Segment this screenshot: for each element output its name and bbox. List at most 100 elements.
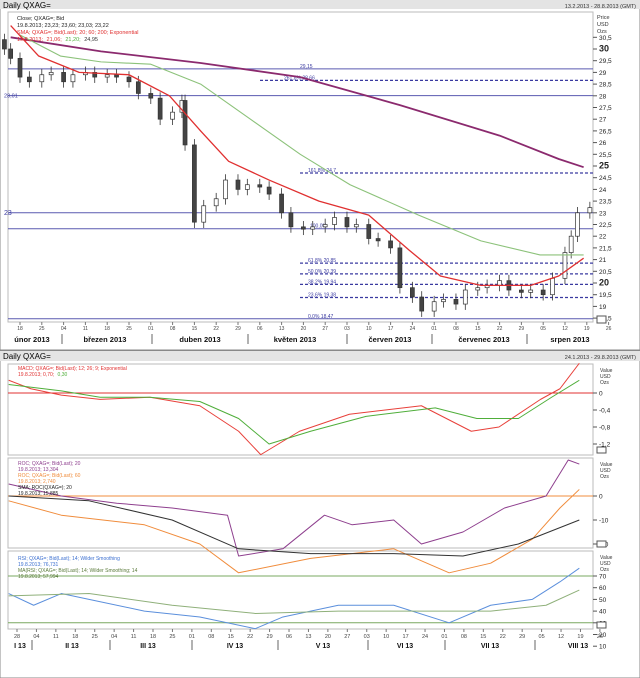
candle-body: [244, 184, 250, 190]
rsi-y-tick-label: 10: [599, 644, 607, 651]
candle-body: [201, 205, 207, 223]
x-tick-label: 18: [17, 326, 23, 332]
x-tick-label: 29: [519, 326, 525, 332]
roc-axis-unit: Ozs: [600, 474, 609, 480]
x-tick-label: 10: [366, 326, 372, 332]
x-tick-label: 01: [441, 634, 447, 640]
x-tick-label: 08: [461, 634, 467, 640]
close-legend-values: 19.8.2013; 23,23; 23,60; 23,03; 23,22: [17, 23, 109, 29]
fib-label: 23,6% 19,38: [308, 293, 336, 299]
x-tick-label: 05: [539, 634, 545, 640]
y-tick-label: 26,5: [599, 128, 612, 135]
candle-body: [462, 289, 468, 305]
sma-legend-v60: 21,20;: [65, 37, 81, 43]
candle-body: [114, 74, 119, 78]
x-tick-label: 08: [453, 326, 459, 332]
x-tick-label: 15: [228, 634, 234, 640]
candle-body: [182, 100, 188, 146]
month-label: VII 13: [481, 643, 499, 650]
x-tick-label: 19: [584, 326, 590, 332]
top-window-title: Daily QXAG=: [3, 1, 51, 10]
x-tick-label: 24: [422, 634, 428, 640]
left-label-23: 23: [4, 210, 12, 217]
x-tick-label: 04: [61, 326, 67, 332]
candle-body: [528, 289, 534, 293]
bottom-window-title: Daily QXAG=: [3, 352, 51, 361]
x-tick-label: 04: [111, 634, 117, 640]
sma-legend-values: 19.8.2013; 21,06; 21,20; 24,95: [17, 37, 98, 43]
x-tick-label: 03: [344, 326, 350, 332]
x-tick-label: 27: [322, 326, 328, 332]
y-tick-label: 29,5: [599, 58, 612, 65]
candle-body: [568, 235, 574, 253]
candle-body: [126, 76, 132, 83]
candle-body: [48, 72, 54, 76]
bottom-date-range: 24.1.2013 - 29.8.2013 (GMT): [565, 355, 636, 361]
x-tick-label: 06: [286, 634, 292, 640]
candle-body: [104, 74, 110, 78]
macd-legend-signal: 0,30: [58, 372, 68, 378]
candle-body: [550, 277, 555, 296]
x-tick-label: 17: [403, 634, 409, 640]
chart-canvas: Daily QXAG= 13.2.2013 - 28.8.2013 (GMT) …: [0, 0, 640, 678]
roc-sma-legend-value: 19.8.2013; 15,885: [18, 491, 59, 497]
candle-body: [587, 207, 593, 214]
x-tick-label: 18: [72, 634, 78, 640]
macd-y-tick-label: -0,8: [599, 425, 611, 432]
y-tick-label: 30: [599, 44, 609, 54]
month-label: III 13: [140, 643, 156, 650]
candle-body: [279, 193, 284, 214]
price-axis-currency: USD: [597, 22, 609, 28]
candle-body: [540, 289, 546, 296]
candle-body: [453, 299, 459, 305]
y-tick-label: 28: [599, 93, 607, 100]
month-label: únor 2013: [14, 335, 49, 344]
rsi-zoom-button[interactable]: [596, 621, 607, 629]
month-label: duben 2013: [179, 335, 220, 344]
roc-y-tick-label: 0: [599, 494, 603, 501]
x-tick-label: 25: [169, 634, 175, 640]
fib-label: 0,0% 18,47: [308, 314, 334, 320]
candle-body: [519, 289, 524, 293]
roc-zoom-button[interactable]: [596, 540, 607, 548]
x-tick-label: 22: [213, 326, 219, 332]
fib-label: 38,2% 19,94: [308, 279, 336, 285]
x-tick-label: 11: [83, 326, 88, 332]
macd-legend-values: 19.8.2013; 0,70; 0,30: [18, 372, 67, 378]
y-tick-label: 20: [599, 278, 609, 288]
x-tick-label: 18: [150, 634, 156, 640]
candle-body: [61, 72, 66, 83]
sma-legend-v200: 24,95: [84, 37, 98, 43]
y-tick-label: 25: [599, 161, 609, 171]
candle-body: [17, 58, 23, 78]
x-tick-label: 25: [126, 326, 132, 332]
top-zoom-button[interactable]: [596, 315, 607, 324]
candle-body: [170, 111, 175, 120]
y-tick-label: 19: [599, 304, 607, 311]
candle-body: [70, 74, 76, 83]
y-tick-label: 22,5: [599, 222, 612, 229]
macd-zoom-button[interactable]: [596, 446, 607, 454]
y-tick-label: 20,5: [599, 269, 612, 276]
candle-body: [310, 226, 316, 230]
candle-body: [562, 252, 568, 279]
x-tick-label: 29: [235, 326, 241, 332]
x-tick-label: 22: [500, 634, 506, 640]
candle-body: [322, 224, 328, 228]
fib-label: 61,8% 20,85: [308, 258, 336, 264]
month-label: II 13: [65, 643, 79, 650]
candle-body: [8, 48, 14, 59]
x-tick-label: 05: [540, 326, 546, 332]
month-label: březen 2013: [84, 335, 127, 344]
x-tick-label: 17: [388, 326, 394, 332]
candle-body: [135, 81, 141, 94]
close-legend-name: Close; QXAG=; Bid: [17, 16, 64, 22]
y-tick-label: 28,5: [599, 82, 612, 89]
sma-legend-name: SMA; QXAG=; Bid(Last); 20; 60; 200; Expo…: [17, 30, 139, 36]
candle-body: [375, 238, 381, 242]
month-label: červen 2013: [369, 335, 412, 344]
y-tick-label: 30,5: [599, 35, 612, 42]
x-tick-label: 15: [480, 634, 486, 640]
y-tick-label: 27,5: [599, 105, 612, 112]
x-tick-label: 15: [192, 326, 198, 332]
